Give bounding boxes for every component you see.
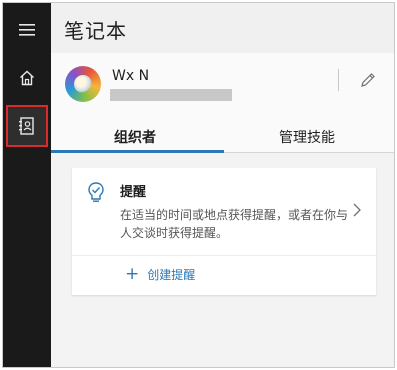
reminder-card[interactable]: 提醒 在适当的时间或地点获得提醒，或者在你与人交谈时获得提醒。 + 创建提醒 — [72, 168, 376, 295]
profile-section: Wx N 组织者 管理技能 — [51, 53, 394, 153]
create-reminder-label: 创建提醒 — [147, 267, 196, 282]
profile-name: Wx N — [112, 68, 150, 84]
tab-organizer[interactable]: 组织者 — [114, 127, 156, 147]
main-pane: Wx N 组织者 管理技能 提醒 在适当的时间或地点获得提醒，或者在你与人交谈时… — [51, 53, 394, 367]
hamburger-menu-icon — [19, 24, 35, 36]
card-title: 提醒 — [120, 185, 147, 200]
edit-profile-button[interactable] — [357, 69, 379, 91]
pencil-icon — [361, 73, 375, 87]
notebook-button[interactable] — [3, 103, 51, 149]
create-reminder-button[interactable]: + 创建提醒 — [125, 264, 195, 284]
divider — [338, 69, 339, 91]
nav-rail — [3, 3, 51, 367]
card-description: 在适当的时间或地点获得提醒，或者在你与人交谈时获得提醒。 — [120, 208, 349, 240]
avatar[interactable] — [65, 66, 101, 102]
app-window: 笔记本 Wx N 组织者 管理技能 提醒 在适当的时间或地点获得提醒，或者在你与… — [2, 2, 395, 368]
home-button[interactable] — [3, 55, 51, 101]
tab-manage-skills[interactable]: 管理技能 — [279, 127, 335, 147]
active-tab-indicator — [51, 150, 224, 153]
page-title: 笔记本 — [64, 19, 127, 43]
notebook-icon — [19, 117, 34, 135]
card-divider — [72, 255, 376, 256]
redacted-email — [110, 89, 232, 101]
chevron-right-icon[interactable] — [353, 203, 361, 217]
plus-icon: + — [125, 263, 140, 284]
lightbulb-check-icon — [88, 182, 104, 202]
app-header: 笔记本 — [51, 3, 394, 53]
home-icon — [20, 70, 34, 86]
tab-bar: 组织者 管理技能 — [51, 123, 394, 153]
menu-button[interactable] — [3, 7, 51, 53]
